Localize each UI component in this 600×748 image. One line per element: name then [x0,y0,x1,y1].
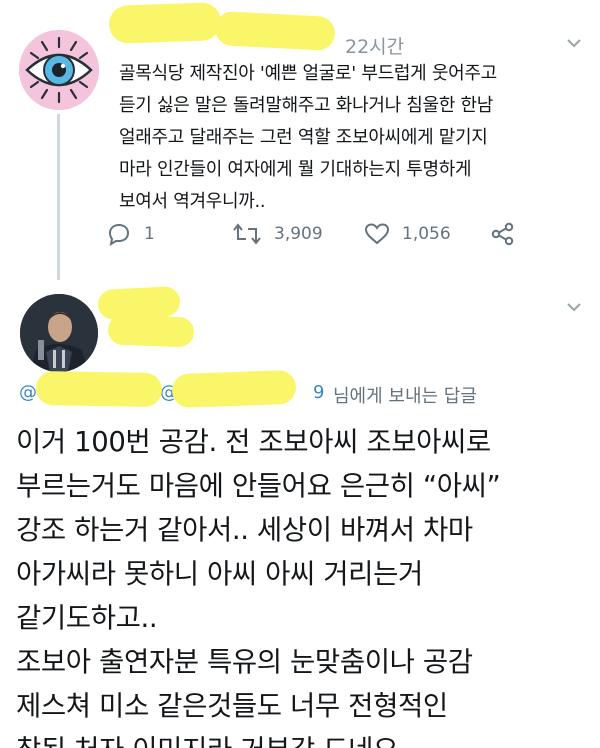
tweet-text: 골목식당 제작진아 '예쁜 얼굴로' 부드럽게 웃어주고 듣기 싫은 말은 돌려… [119,58,589,218]
reply-text-line: 참된 처자 이미지라 거부감 드네요 [16,728,591,748]
reply-text-line: 조보아 출연자분 특유의 눈맞춤이나 공감 [16,646,473,678]
redaction-mark [108,2,222,44]
person-photo-icon [20,294,98,372]
thread-connector-line [57,114,60,280]
like-count: 1,056 [402,224,451,244]
reply-mention-1[interactable]: @ [19,382,37,403]
retweet-icon [233,223,261,245]
tweet-text-line: 마라 인간들이 여자에게 뭘 기대하는지 투명하게 [119,159,472,180]
redaction-mark [107,314,195,348]
reply-text-line: 아가씨라 못하니 아씨 아씨 거리는거 [16,558,423,590]
tweet-text-line: 듣기 싫은 말은 돌려말해주고 화나거나 침울한 한남 [119,95,493,116]
reply-to-line: @ @ 9 님에게 보내는 답글 [19,382,477,407]
like-button[interactable]: 1,056 [364,222,451,246]
retweet-button[interactable]: 3,909 [232,222,323,246]
reply-button[interactable]: 1 [106,222,155,246]
reply-text: 이거 100번 공감. 전 조보아씨 조보아씨로 부르는거도 마음에 안들어요 … [16,420,591,748]
tweet-1: 22시간 골목식당 제작진아 '예쁜 얼굴로' 부드럽게 웃어주고 듣기 싫은 … [0,0,600,286]
redaction-mark [171,369,297,409]
share-icon [491,222,514,246]
redaction-mark [35,370,163,408]
tweet-2-reply: @ @ 9 님에게 보내는 답글 이거 100번 공감. 전 조보아씨 조보아씨… [0,285,600,748]
reply-text-line: 강조 하는거 같아서.. 세상이 바껴서 차마 [16,514,473,546]
reply-icon [108,223,130,246]
user-avatar[interactable] [20,294,98,372]
retweet-count: 3,909 [274,224,323,244]
reply-to-label: 님에게 보내는 답글 [333,386,477,407]
redaction-mark [214,10,336,52]
eye-icon [19,30,99,110]
tweet-text-line: 보여서 역겨우니까.. [119,191,266,212]
reply-text-line: 같기도하고.. [16,602,158,634]
reply-mention-2-tail[interactable]: 9 [313,382,324,403]
tweet-timestamp: 22시간 [345,36,405,58]
eye-avatar[interactable] [19,30,99,110]
reply-text-line: 부르는거도 마음에 안들어요 은근히 “아씨” [16,470,501,502]
heart-icon [364,223,390,245]
chevron-down-icon[interactable] [566,34,582,53]
chevron-down-icon[interactable] [566,298,582,317]
tweet-actions: 1 3,909 1,056 [106,222,526,252]
tweet-text-line: 골목식당 제작진아 '예쁜 얼굴로' 부드럽게 웃어주고 [119,63,497,84]
tweet-text-line: 얼래주고 달래주는 그런 역할 조보아씨에게 맡기지 [119,127,488,148]
reply-text-line: 제스쳐 미소 같은것들도 너무 전형적인 [16,690,448,722]
reply-text-line: 이거 100번 공감. 전 조보아씨 조보아씨로 [16,426,491,458]
share-button[interactable] [490,222,516,246]
reply-count: 1 [144,224,155,244]
